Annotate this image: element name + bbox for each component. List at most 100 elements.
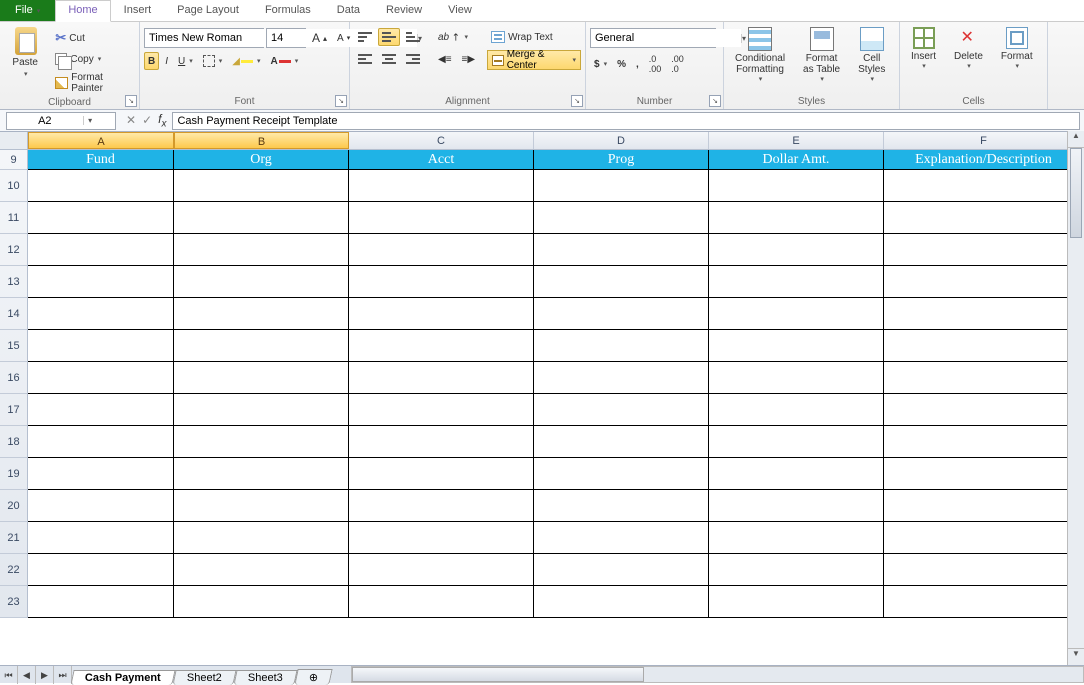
row-header-15[interactable]: 15 xyxy=(0,330,28,362)
cell-A22[interactable] xyxy=(28,554,174,586)
cell-C10[interactable] xyxy=(349,170,534,202)
clipboard-launcher[interactable]: ↘ xyxy=(125,95,137,107)
cell-B20[interactable] xyxy=(174,490,349,522)
format-painter-button[interactable]: Format Painter xyxy=(51,70,135,96)
cell-A17[interactable] xyxy=(28,394,174,426)
row-header-11[interactable]: 11 xyxy=(0,202,28,234)
vertical-scroll-thumb[interactable] xyxy=(1070,148,1082,238)
enter-formula-button[interactable]: ✓ xyxy=(142,113,152,127)
cell-F19[interactable] xyxy=(884,458,1084,490)
cell-A14[interactable] xyxy=(28,298,174,330)
cell-D19[interactable] xyxy=(534,458,709,490)
cell-D15[interactable] xyxy=(534,330,709,362)
cell-F20[interactable] xyxy=(884,490,1084,522)
decrease-indent-button[interactable]: ◀≡ xyxy=(434,50,456,68)
cell-A18[interactable] xyxy=(28,426,174,458)
cell-E12[interactable] xyxy=(709,234,884,266)
cell-C19[interactable] xyxy=(349,458,534,490)
cell-F13[interactable] xyxy=(884,266,1084,298)
font-size-combo[interactable]: ▾ xyxy=(266,28,306,48)
row-header-17[interactable]: 17 xyxy=(0,394,28,426)
cell-E13[interactable] xyxy=(709,266,884,298)
vertical-scrollbar[interactable]: ▲ ▼ xyxy=(1067,131,1084,665)
comma-button[interactable]: , xyxy=(632,55,643,73)
cell-B10[interactable] xyxy=(174,170,349,202)
cell-E23[interactable] xyxy=(709,586,884,618)
cell-C23[interactable] xyxy=(349,586,534,618)
increase-indent-button[interactable]: ≡▶ xyxy=(458,50,480,68)
cell-F10[interactable] xyxy=(884,170,1084,202)
cell-C21[interactable] xyxy=(349,522,534,554)
font-color-button[interactable]: A▾ xyxy=(267,52,303,70)
decrease-decimal-button[interactable]: .00.0 xyxy=(667,52,688,76)
number-format-combo[interactable]: ▾ xyxy=(590,28,716,48)
cell-C9[interactable]: Acct xyxy=(349,150,534,170)
name-box-dropdown[interactable]: ▾ xyxy=(83,116,97,125)
cell-A21[interactable] xyxy=(28,522,174,554)
sheet-nav-next[interactable]: ▶ xyxy=(36,666,54,684)
border-button[interactable]: ▾ xyxy=(199,52,227,70)
cell-E18[interactable] xyxy=(709,426,884,458)
column-header-F[interactable]: F xyxy=(884,132,1084,149)
cell-B21[interactable] xyxy=(174,522,349,554)
cell-A15[interactable] xyxy=(28,330,174,362)
paste-button[interactable]: Paste ▾ xyxy=(4,24,47,82)
formula-input-wrap[interactable] xyxy=(172,112,1080,130)
cell-F14[interactable] xyxy=(884,298,1084,330)
cell-E19[interactable] xyxy=(709,458,884,490)
cell-D14[interactable] xyxy=(534,298,709,330)
bold-button[interactable]: B xyxy=(144,52,159,70)
tab-data[interactable]: Data xyxy=(324,0,373,21)
cell-B19[interactable] xyxy=(174,458,349,490)
cell-F21[interactable] xyxy=(884,522,1084,554)
cell-F11[interactable] xyxy=(884,202,1084,234)
orientation-button[interactable]: ab↗▾ xyxy=(434,28,472,46)
format-cells-button[interactable]: Format▾ xyxy=(994,24,1040,73)
cells-area[interactable]: FundOrgAcctProgDollar Amt.Explanation/De… xyxy=(28,150,1084,618)
cell-D9[interactable]: Prog xyxy=(534,150,709,170)
cell-F22[interactable] xyxy=(884,554,1084,586)
tab-home[interactable]: Home xyxy=(55,0,110,22)
cell-A23[interactable] xyxy=(28,586,174,618)
cell-E10[interactable] xyxy=(709,170,884,202)
cell-B23[interactable] xyxy=(174,586,349,618)
cell-B17[interactable] xyxy=(174,394,349,426)
wrap-text-button[interactable]: Wrap Text xyxy=(487,28,581,46)
cell-C15[interactable] xyxy=(349,330,534,362)
formula-input[interactable] xyxy=(173,113,1079,129)
row-header-19[interactable]: 19 xyxy=(0,458,28,490)
name-box-input[interactable] xyxy=(7,113,83,129)
cell-styles-button[interactable]: CellStyles▾ xyxy=(851,24,892,86)
row-header-18[interactable]: 18 xyxy=(0,426,28,458)
cell-B11[interactable] xyxy=(174,202,349,234)
cell-B16[interactable] xyxy=(174,362,349,394)
cell-C14[interactable] xyxy=(349,298,534,330)
font-launcher[interactable]: ↘ xyxy=(335,95,347,107)
cell-A16[interactable] xyxy=(28,362,174,394)
fill-color-button[interactable]: ◢▾ xyxy=(228,52,264,70)
cell-C16[interactable] xyxy=(349,362,534,394)
cell-E17[interactable] xyxy=(709,394,884,426)
underline-button[interactable]: U▾ xyxy=(174,52,197,70)
align-right-button[interactable] xyxy=(402,50,424,68)
cut-button[interactable]: ✂Cut xyxy=(51,28,135,48)
scroll-up-button[interactable]: ▲ xyxy=(1068,131,1084,148)
cell-C12[interactable] xyxy=(349,234,534,266)
cell-D23[interactable] xyxy=(534,586,709,618)
align-bottom-button[interactable] xyxy=(402,28,424,46)
cell-B18[interactable] xyxy=(174,426,349,458)
cell-A13[interactable] xyxy=(28,266,174,298)
cell-E11[interactable] xyxy=(709,202,884,234)
cell-C13[interactable] xyxy=(349,266,534,298)
alignment-launcher[interactable]: ↘ xyxy=(571,95,583,107)
cell-D18[interactable] xyxy=(534,426,709,458)
cell-A10[interactable] xyxy=(28,170,174,202)
cell-B15[interactable] xyxy=(174,330,349,362)
tab-insert[interactable]: Insert xyxy=(111,0,165,21)
cell-C17[interactable] xyxy=(349,394,534,426)
cell-E21[interactable] xyxy=(709,522,884,554)
horizontal-scrollbar[interactable] xyxy=(351,666,1084,683)
row-header-10[interactable]: 10 xyxy=(0,170,28,202)
increase-decimal-button[interactable]: .0.00 xyxy=(645,52,666,76)
cancel-formula-button[interactable]: ✕ xyxy=(126,113,136,128)
